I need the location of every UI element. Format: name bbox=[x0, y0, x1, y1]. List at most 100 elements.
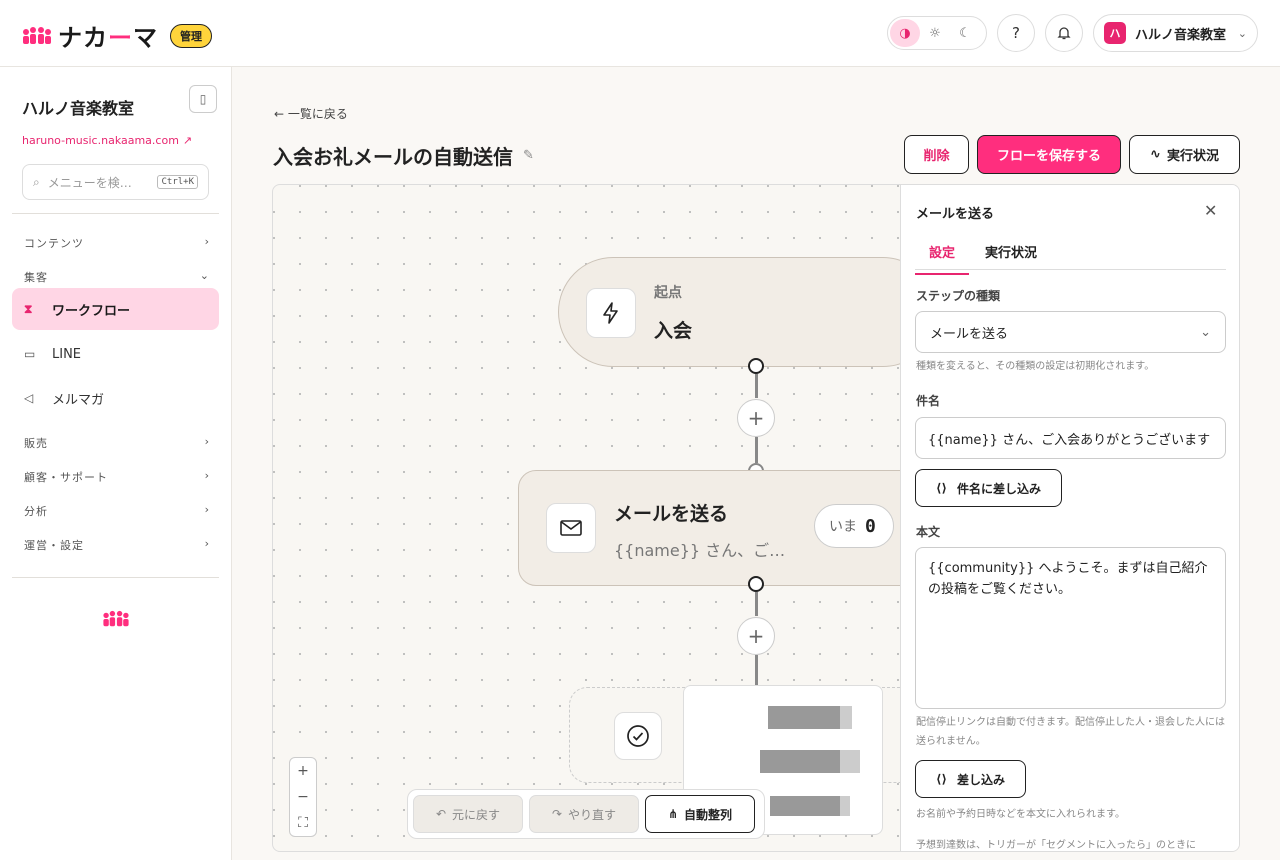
now-count-pill: いま 0 bbox=[814, 504, 894, 548]
moon-icon[interactable]: ☾ bbox=[950, 19, 980, 47]
placeholder-bar bbox=[768, 706, 840, 729]
braces-icon: ⟨⟩ bbox=[936, 481, 947, 495]
send-mail-node[interactable]: メールを送る {{name}} さん、ご… いま 0 bbox=[518, 470, 938, 586]
site-url: haruno-music.nakaama.com bbox=[22, 134, 179, 147]
chat-icon: ▭ bbox=[24, 347, 36, 361]
undo-icon: ↶ bbox=[435, 807, 447, 821]
add-step-button[interactable]: + bbox=[737, 399, 775, 437]
step-type-select[interactable]: メールを送る ⌄ bbox=[915, 311, 1226, 353]
sun-icon[interactable]: ☼ bbox=[920, 19, 950, 47]
body-label: 本文 bbox=[916, 525, 941, 539]
brand-suffix: マ bbox=[133, 24, 158, 52]
sidebar: ハルノ音楽教室 ▯ haruno-music.nakaama.com ↗ ⌕ メニ… bbox=[0, 67, 232, 860]
brand-dash: ー bbox=[108, 24, 133, 52]
back-label: 一覧に戻る bbox=[287, 107, 348, 121]
brand-prefix: ナカ bbox=[58, 24, 108, 52]
start-output-port[interactable] bbox=[748, 358, 764, 374]
tab-run-status[interactable]: 実行状況 bbox=[985, 242, 1037, 261]
section-acquisition[interactable]: 集客 ⌄ bbox=[24, 269, 210, 285]
menu-search[interactable]: ⌕ メニューを検… Ctrl+K bbox=[22, 164, 209, 200]
search-icon: ⌕ bbox=[33, 174, 40, 189]
run-status-label: 実行状況 bbox=[1166, 149, 1219, 164]
body-textarea[interactable]: {{community}} へようこそ。まずは自己紹介の投稿をご覧ください。 bbox=[915, 547, 1226, 709]
back-link[interactable]: ← 一覧に戻る bbox=[274, 105, 348, 122]
chevron-right-icon: › bbox=[204, 503, 210, 516]
undo-button[interactable]: ↶ 元に戻す bbox=[413, 795, 523, 833]
site-link[interactable]: haruno-music.nakaama.com ↗ bbox=[22, 134, 192, 147]
activity-icon: ∿ bbox=[1150, 147, 1161, 162]
subject-field[interactable]: {{name}} さん、ご入会ありがとうございます bbox=[915, 417, 1226, 459]
section-operations[interactable]: 運営・設定 › bbox=[24, 537, 210, 553]
sidebar-toggle-button[interactable]: ▯ bbox=[189, 85, 217, 113]
insert-button[interactable]: ⟨⟩ 差し込み bbox=[915, 760, 1026, 798]
step-type-value: メールを送る bbox=[930, 326, 1009, 342]
pencil-icon[interactable]: ✎ bbox=[523, 148, 534, 163]
section-customers[interactable]: 顧客・サポート › bbox=[24, 469, 210, 485]
mail-node-title: メールを送る bbox=[614, 503, 729, 525]
workflow-title: 入会お礼メールの自動送信 bbox=[273, 145, 513, 169]
help-button[interactable]: ? bbox=[997, 14, 1035, 52]
workflow-canvas[interactable]: 起点 入会 + メールを送る {{name}} さん、ご… いま 0 + + −… bbox=[272, 184, 1240, 852]
plus-icon: + bbox=[747, 624, 765, 648]
chevron-right-icon: › bbox=[204, 537, 210, 550]
start-node-title: 入会 bbox=[654, 320, 693, 342]
chevron-right-icon: › bbox=[204, 435, 210, 448]
org-avatar: ハ bbox=[1104, 22, 1126, 44]
hierarchy-icon: ⋔ bbox=[667, 807, 679, 821]
section-label: コンテンツ bbox=[24, 237, 84, 250]
start-node[interactable]: 起点 入会 bbox=[558, 257, 938, 367]
placeholder-bar bbox=[770, 796, 840, 816]
canvas-toolbar: ↶ 元に戻す ↷ やり直す ⋔ 自動整列 bbox=[407, 789, 765, 839]
section-sales[interactable]: 販売 › bbox=[24, 435, 210, 451]
section-contents[interactable]: コンテンツ › bbox=[24, 235, 210, 251]
zoom-in-icon[interactable]: + bbox=[297, 763, 309, 779]
contrast-icon[interactable]: ◑ bbox=[890, 19, 920, 47]
org-name: ハルノ音楽教室 bbox=[22, 99, 135, 118]
auto-layout-button[interactable]: ⋔ 自動整列 bbox=[645, 795, 755, 833]
panel-tabs: 設定 実行状況 bbox=[914, 229, 1226, 275]
tab-settings[interactable]: 設定 bbox=[914, 242, 970, 275]
app-logo[interactable]: ナカーマ 管理 bbox=[22, 18, 212, 53]
subject-insert-button[interactable]: ⟨⟩ 件名に差し込み bbox=[915, 469, 1062, 507]
plus-icon: + bbox=[747, 406, 765, 430]
fit-view-icon[interactable]: ⛶ bbox=[298, 815, 308, 831]
section-label: 販売 bbox=[24, 437, 48, 450]
section-label: 運営・設定 bbox=[24, 539, 84, 552]
redo-label: やり直す bbox=[568, 807, 617, 822]
sidebar-panel-icon: ▯ bbox=[199, 92, 207, 106]
save-flow-button[interactable]: フローを保存する bbox=[977, 135, 1121, 174]
mail-icon bbox=[546, 503, 596, 553]
chevron-down-icon: ⌄ bbox=[1200, 324, 1211, 340]
subject-insert-label: 件名に差し込み bbox=[956, 481, 1041, 496]
sidebar-item-newsletter[interactable]: ◁ メルマガ bbox=[12, 377, 219, 419]
footer-hint: 予想到達数は、トリガーが「セグメントに入ったら」のときに bbox=[916, 840, 1196, 851]
top-header: ナカーマ 管理 ◑ ☼ ☾ ? ハ ハルノ音楽教室 ⌄ bbox=[0, 0, 1280, 67]
external-link-icon: ↗ bbox=[182, 134, 193, 147]
mail-output-port[interactable] bbox=[748, 576, 764, 592]
placeholder-bar bbox=[840, 750, 860, 773]
braces-icon: ⟨⟩ bbox=[936, 772, 947, 786]
delete-button[interactable]: 削除 bbox=[904, 135, 969, 174]
redo-button[interactable]: ↷ やり直す bbox=[529, 795, 639, 833]
mail-node-desc: {{name}} さん、ご… bbox=[614, 541, 786, 560]
people-logo-icon bbox=[23, 26, 51, 44]
run-status-button[interactable]: ∿ 実行状況 bbox=[1129, 135, 1240, 174]
chevron-right-icon: › bbox=[204, 469, 210, 482]
connector-line bbox=[755, 655, 758, 687]
chevron-right-icon: › bbox=[204, 235, 210, 248]
notifications-button[interactable] bbox=[1045, 14, 1083, 52]
panel-title: メールを送る bbox=[916, 207, 995, 222]
sidebar-item-workflow[interactable]: ⧗ ワークフロー bbox=[12, 288, 219, 330]
close-icon[interactable]: ✕ bbox=[1204, 201, 1217, 220]
now-label: いま bbox=[829, 519, 857, 535]
section-analytics[interactable]: 分析 › bbox=[24, 503, 210, 519]
search-placeholder: メニューを検… bbox=[47, 175, 132, 190]
sidebar-item-line[interactable]: ▭ LINE bbox=[12, 333, 219, 375]
section-label: 集客 bbox=[24, 271, 48, 284]
account-menu[interactable]: ハ ハルノ音楽教室 ⌄ bbox=[1093, 14, 1258, 52]
auto-layout-label: 自動整列 bbox=[684, 807, 733, 822]
zoom-out-icon[interactable]: − bbox=[297, 789, 309, 805]
add-step-button[interactable]: + bbox=[737, 617, 775, 655]
chevron-down-icon: ⌄ bbox=[1237, 26, 1247, 40]
hourglass-icon: ⧗ bbox=[24, 301, 33, 316]
